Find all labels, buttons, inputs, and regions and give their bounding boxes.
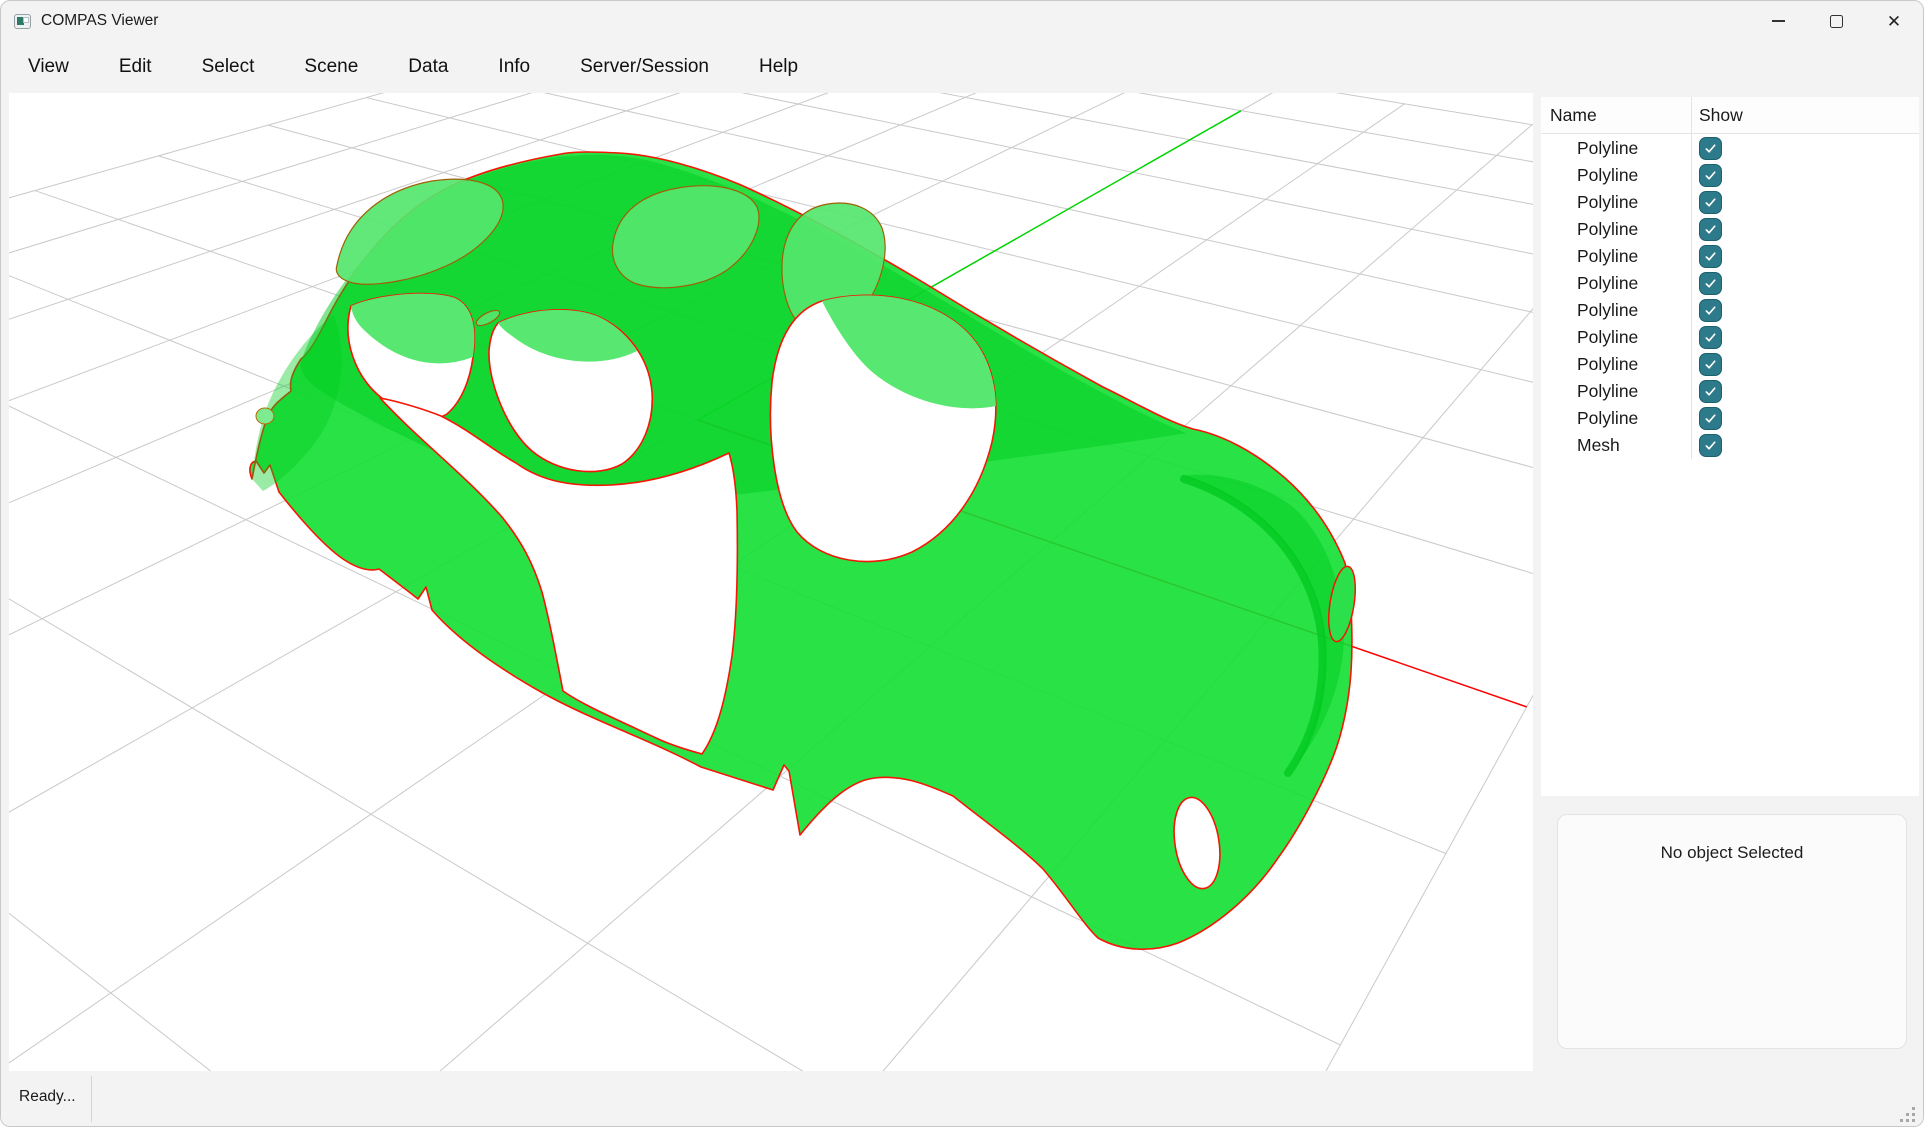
close-button[interactable]: ✕ <box>1865 1 1923 41</box>
menu-item-edit[interactable]: Edit <box>119 56 152 78</box>
status-message: Ready... <box>19 1088 76 1106</box>
maximize-button[interactable] <box>1807 1 1865 41</box>
tree-row-label: Polyline <box>1577 381 1638 402</box>
scene-canvas[interactable] <box>9 93 1533 1071</box>
tree-row-polyline[interactable]: Polyline <box>1541 351 1919 378</box>
tree-row-polyline[interactable]: Polyline <box>1541 243 1919 270</box>
tree-row-polyline[interactable]: Polyline <box>1541 270 1919 297</box>
tree-row-label: Polyline <box>1577 327 1638 348</box>
resize-grip-icon[interactable] <box>1895 1102 1915 1122</box>
maximize-icon <box>1830 15 1843 28</box>
tree-row-label: Mesh <box>1577 435 1620 456</box>
app-window: COMPAS Viewer ✕ View Edit Select Scene Data I… <box>0 0 1924 1127</box>
car-fender-hole <box>256 408 274 424</box>
menu-item-view[interactable]: View <box>28 56 69 78</box>
column-header-show: Show <box>1699 105 1743 126</box>
viewport-3d[interactable] <box>9 93 1533 1071</box>
status-separator <box>91 1076 92 1122</box>
minimize-button[interactable] <box>1749 1 1807 41</box>
tree-row-label: Polyline <box>1577 138 1638 159</box>
scene-tree-header: Name Show <box>1541 97 1919 134</box>
tree-row-label: Polyline <box>1577 219 1638 240</box>
statusbar: Ready... <box>1 1071 1923 1127</box>
show-checkbox[interactable] <box>1699 407 1722 430</box>
menu-item-scene[interactable]: Scene <box>304 56 358 78</box>
tree-row-polyline[interactable]: Polyline <box>1541 297 1919 324</box>
show-checkbox[interactable] <box>1699 326 1722 349</box>
show-checkbox[interactable] <box>1699 164 1722 187</box>
tree-row-polyline[interactable]: Polyline <box>1541 324 1919 351</box>
app-icon <box>14 14 31 29</box>
menu-item-data[interactable]: Data <box>408 56 448 78</box>
minimize-icon <box>1772 20 1785 22</box>
show-checkbox[interactable] <box>1699 434 1722 457</box>
tree-row-polyline[interactable]: Polyline <box>1541 189 1919 216</box>
tree-row-label: Polyline <box>1577 354 1638 375</box>
tree-row-mesh[interactable]: Mesh <box>1541 432 1919 459</box>
menu-item-select[interactable]: Select <box>202 56 255 78</box>
no-selection-message: No object Selected <box>1558 843 1906 863</box>
show-checkbox[interactable] <box>1699 380 1722 403</box>
tree-row-polyline[interactable]: Polyline <box>1541 378 1919 405</box>
tree-row-label: Polyline <box>1577 273 1638 294</box>
show-checkbox[interactable] <box>1699 272 1722 295</box>
titlebar[interactable]: COMPAS Viewer ✕ <box>1 1 1923 41</box>
scene-tree-panel: Name Show Polyline Polyline Polyline Polyli… <box>1541 97 1919 796</box>
tree-row-polyline[interactable]: Polyline <box>1541 216 1919 243</box>
mesh-car-body <box>250 152 1360 949</box>
menubar: View Edit Select Scene Data Info Server/Sessio… <box>1 41 1923 93</box>
window-title: COMPAS Viewer <box>41 12 158 30</box>
show-checkbox[interactable] <box>1699 245 1722 268</box>
menu-item-server-session[interactable]: Server/Session <box>580 56 709 78</box>
object-info-panel: No object Selected <box>1557 814 1907 1049</box>
tree-row-label: Polyline <box>1577 246 1638 267</box>
menu-item-help[interactable]: Help <box>759 56 798 78</box>
show-checkbox[interactable] <box>1699 191 1722 214</box>
tree-row-label: Polyline <box>1577 408 1638 429</box>
tree-row-label: Polyline <box>1577 165 1638 186</box>
show-checkbox[interactable] <box>1699 353 1722 376</box>
menu-item-info[interactable]: Info <box>498 56 530 78</box>
tree-row-polyline[interactable]: Polyline <box>1541 162 1919 189</box>
tree-row-label: Polyline <box>1577 192 1638 213</box>
column-header-name: Name <box>1550 105 1597 126</box>
tree-row-label: Polyline <box>1577 300 1638 321</box>
show-checkbox[interactable] <box>1699 218 1722 241</box>
show-checkbox[interactable] <box>1699 137 1722 160</box>
tree-row-polyline[interactable]: Polyline <box>1541 405 1919 432</box>
tree-row-polyline[interactable]: Polyline <box>1541 135 1919 162</box>
show-checkbox[interactable] <box>1699 299 1722 322</box>
close-icon: ✕ <box>1887 13 1901 30</box>
